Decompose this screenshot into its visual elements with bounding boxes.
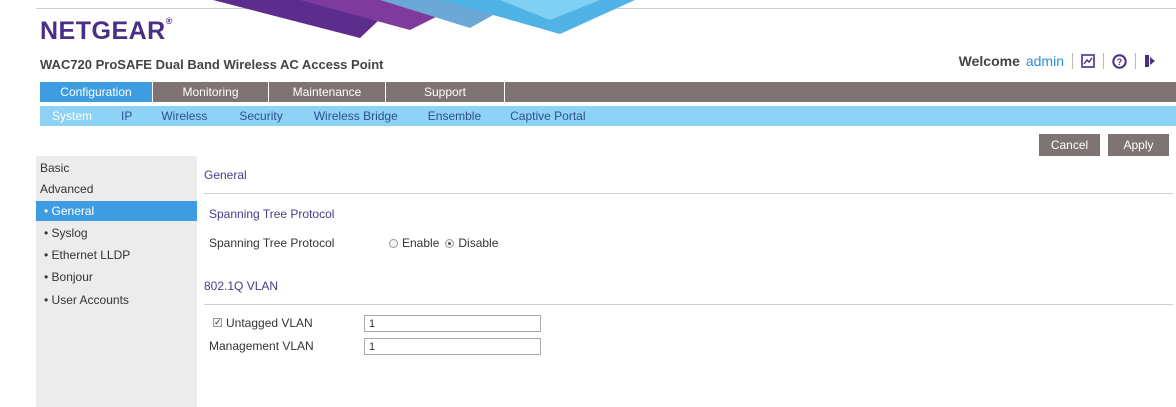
sidebar: Basic Advanced • General • Syslog • Ethe… <box>36 156 197 407</box>
untagged-vlan-input[interactable] <box>364 315 541 332</box>
sidebar-item-user-accounts[interactable]: • User Accounts <box>36 290 197 310</box>
vlan-divider <box>204 304 1173 305</box>
stp-label: Spanning Tree Protocol <box>209 236 335 250</box>
subtab-wireless-bridge[interactable]: Wireless Bridge <box>314 106 398 126</box>
untagged-vlan-label: Untagged VLAN <box>226 316 313 330</box>
subtab-ip[interactable]: IP <box>121 106 132 126</box>
stp-disable-radio[interactable] <box>445 238 455 248</box>
divider <box>1103 53 1104 69</box>
username-link[interactable]: admin <box>1026 53 1064 69</box>
stp-enable-label: Enable <box>402 236 440 250</box>
welcome-bar: Welcome admin ? <box>959 53 1156 69</box>
sidebar-item-syslog[interactable]: • Syslog <box>36 223 197 243</box>
logo-trademark: ® <box>165 15 173 26</box>
stp-radio-group: Enable Disable <box>389 236 498 250</box>
management-vlan-input[interactable] <box>364 338 541 355</box>
netgear-logo: NETGEAR® <box>40 15 173 46</box>
management-vlan-label: Management VLAN <box>209 339 314 353</box>
stp-disable-label: Disable <box>458 236 499 250</box>
header-banner-graphic <box>213 0 635 38</box>
tab-support[interactable]: Support <box>386 82 505 102</box>
main-nav: Configuration Monitoring Maintenance Sup… <box>40 82 1176 102</box>
product-title: WAC720 ProSAFE Dual Band Wireless AC Acc… <box>40 57 384 72</box>
tab-maintenance[interactable]: Maintenance <box>269 82 386 102</box>
status-chart-icon[interactable] <box>1081 54 1095 68</box>
sidebar-item-bonjour[interactable]: • Bonjour <box>36 267 197 287</box>
divider <box>1072 53 1073 69</box>
subtab-security[interactable]: Security <box>239 106 282 126</box>
welcome-label: Welcome <box>958 53 1020 69</box>
tab-configuration[interactable]: Configuration <box>40 82 153 102</box>
subtab-captive-portal[interactable]: Captive Portal <box>510 106 585 126</box>
stp-heading: Spanning Tree Protocol <box>209 207 335 221</box>
sidebar-section-advanced[interactable]: Advanced <box>40 182 93 196</box>
logo-text: NETGEAR <box>40 17 166 45</box>
stp-enable-radio[interactable] <box>389 238 398 248</box>
untagged-vlan-checkbox[interactable]: ✓ <box>213 318 222 327</box>
sidebar-item-general[interactable]: • General <box>36 201 197 221</box>
subtab-system[interactable]: System <box>52 106 92 126</box>
sub-nav: System IP Wireless Security Wireless Bri… <box>40 106 1176 126</box>
sidebar-item-ethernet-lldp[interactable]: • Ethernet LLDP <box>36 245 197 265</box>
help-icon[interactable]: ? <box>1112 53 1127 69</box>
tab-monitoring[interactable]: Monitoring <box>153 82 269 102</box>
section-title: General <box>204 168 247 182</box>
divider <box>1135 53 1136 69</box>
svg-text:?: ? <box>1117 57 1123 67</box>
section-divider <box>204 193 1173 194</box>
subtab-ensemble[interactable]: Ensemble <box>428 106 481 126</box>
logout-icon[interactable] <box>1144 54 1156 68</box>
vlan-heading: 802.1Q VLAN <box>204 279 279 293</box>
apply-button[interactable]: Apply <box>1108 134 1169 156</box>
sidebar-section-basic[interactable]: Basic <box>40 161 69 175</box>
cancel-button[interactable]: Cancel <box>1039 134 1100 156</box>
subtab-wireless[interactable]: Wireless <box>161 106 207 126</box>
